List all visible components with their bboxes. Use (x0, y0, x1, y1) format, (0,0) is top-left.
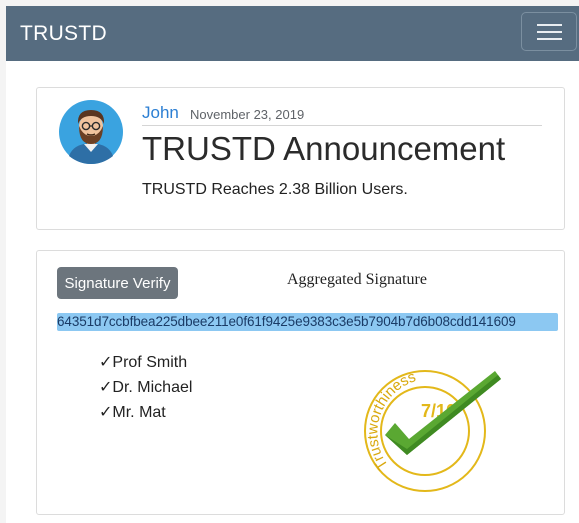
post-date: November 23, 2019 (190, 107, 305, 122)
author-link[interactable]: John (142, 103, 179, 123)
post-title: TRUSTD Announcement (142, 130, 506, 167)
signer-item: ✓Mr. Mat (99, 404, 166, 421)
hamburger-menu-button[interactable] (521, 12, 577, 51)
trustworthiness-badge: Trustworthiness 7/10 (364, 368, 501, 492)
signer-item: ✓Prof Smith (99, 354, 188, 371)
signer-item: ✓Dr. Michael (99, 379, 193, 396)
brand-logo[interactable]: TRUSTD (20, 22, 107, 46)
avatar (59, 100, 123, 164)
badge-label: Trustworthiness (364, 368, 418, 473)
signature-card: Signature Verify Aggregated Signature 64… (36, 250, 565, 515)
signer-list: ✓Prof Smith ✓Dr. Michael ✓Mr. Mat (99, 353, 192, 428)
signature-hash[interactable]: 64351d7ccbfbea225dbee211e0f61f9425e9383c… (57, 313, 558, 331)
divider (142, 125, 542, 126)
navbar: TRUSTD (6, 6, 579, 61)
signature-verify-button[interactable]: Signature Verify (57, 267, 178, 299)
svg-text:Trustworthiness: Trustworthiness (364, 368, 418, 473)
post-body: TRUSTD Reaches 2.38 Billion Users. (142, 181, 408, 198)
hamburger-menu-icon (537, 24, 562, 26)
aggregated-signature-label: Aggregated Signature (287, 271, 427, 288)
page-content: John November 23, 2019 TRUSTD Announceme… (6, 61, 579, 523)
announcement-card: John November 23, 2019 TRUSTD Announceme… (36, 87, 565, 230)
